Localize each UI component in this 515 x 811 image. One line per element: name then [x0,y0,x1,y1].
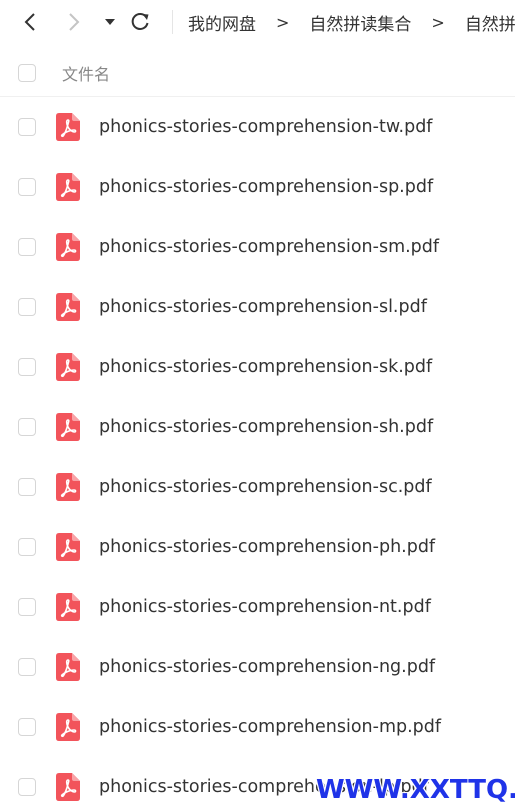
file-name[interactable]: phonics-stories-comprehension-sl.pdf [99,297,427,317]
file-row[interactable]: phonics-stories-comprehension-ng.pdf [0,637,515,697]
pdf-file-icon [56,113,80,141]
file-row[interactable]: phonics-stories-comprehension-tw.pdf [0,97,515,157]
breadcrumb: 我的网盘 > 自然拼读集合 > 自然拼 [188,0,515,44]
select-all-checkbox[interactable] [18,64,36,82]
file-name[interactable]: phonics-stories-comprehension-ng.pdf [99,657,435,677]
pdf-file-icon [56,713,80,741]
file-row[interactable]: phonics-stories-comprehension-sp.pdf [0,157,515,217]
refresh-icon [131,13,149,30]
file-checkbox[interactable] [18,718,36,736]
file-checkbox[interactable] [18,178,36,196]
toolbar: 我的网盘 > 自然拼读集合 > 自然拼 [0,0,515,44]
pdf-file-icon [56,233,80,261]
pdf-file-icon [56,413,80,441]
file-row[interactable]: phonics-stories-comprehension-sl.pdf [0,277,515,337]
breadcrumb-item-current[interactable]: 自然拼 [465,10,515,35]
file-row[interactable]: phonics-stories-comprehension-nt.pdf [0,577,515,637]
file-row[interactable]: phonics-stories-comprehension-mp.pdf [0,697,515,757]
file-name[interactable]: phonics-stories-comprehension-sc.pdf [99,477,432,497]
back-button[interactable] [18,0,42,44]
pdf-file-icon [56,173,80,201]
file-checkbox[interactable] [18,778,36,796]
file-row[interactable]: phonics-stories-comprehension-sc.pdf [0,457,515,517]
toolbar-divider [172,10,173,34]
file-name[interactable]: phonics-stories-comprehension-tw.pdf [99,117,432,137]
file-checkbox[interactable] [18,478,36,496]
watermark-text: WWW.XXTTQ.COM [316,775,515,805]
chevron-left-icon [24,13,35,31]
pdf-file-icon [56,533,80,561]
breadcrumb-item-phonics-collection[interactable]: 自然拼读集合 [309,10,411,35]
file-row[interactable]: phonics-stories-comprehension-ph.pdf [0,517,515,577]
history-dropdown-button[interactable] [100,0,120,44]
file-checkbox[interactable] [18,598,36,616]
pdf-file-icon [56,473,80,501]
file-row[interactable]: phonics-stories-comprehension-sh.pdf [0,397,515,457]
forward-button[interactable] [62,0,86,44]
file-checkbox[interactable] [18,658,36,676]
pdf-file-icon [56,293,80,321]
file-name[interactable]: phonics-stories-comprehension-mp.pdf [99,717,441,737]
file-name[interactable]: phonics-stories-comprehension-sm.pdf [99,237,439,257]
file-row[interactable]: phonics-stories-comprehension-sk.pdf [0,337,515,397]
breadcrumb-separator: > [431,12,445,32]
file-checkbox[interactable] [18,418,36,436]
chevron-right-icon [69,13,80,31]
file-list-header: 文件名 [0,50,515,97]
pdf-file-icon [56,593,80,621]
file-name[interactable]: phonics-stories-comprehension-sk.pdf [99,357,432,377]
file-name[interactable]: phonics-stories-comprehension-ph.pdf [99,537,435,557]
file-checkbox[interactable] [18,538,36,556]
caret-down-icon [105,19,115,25]
file-name[interactable]: phonics-stories-comprehension-sp.pdf [99,177,433,197]
file-name[interactable]: phonics-stories-comprehension-sh.pdf [99,417,433,437]
file-name[interactable]: phonics-stories-comprehension-nt.pdf [99,597,431,617]
breadcrumb-item-my-drive[interactable]: 我的网盘 [188,10,256,35]
file-checkbox[interactable] [18,118,36,136]
file-browser: 我的网盘 > 自然拼读集合 > 自然拼 文件名 phonics-stories-… [0,0,515,811]
refresh-button[interactable] [126,0,154,44]
pdf-file-icon [56,353,80,381]
file-checkbox[interactable] [18,238,36,256]
file-row[interactable]: phonics-stories-comprehension-sm.pdf [0,217,515,277]
pdf-file-icon [56,653,80,681]
column-header-filename[interactable]: 文件名 [62,61,110,85]
file-checkbox[interactable] [18,298,36,316]
file-checkbox[interactable] [18,358,36,376]
breadcrumb-separator: > [276,12,290,32]
pdf-file-icon [56,773,80,801]
